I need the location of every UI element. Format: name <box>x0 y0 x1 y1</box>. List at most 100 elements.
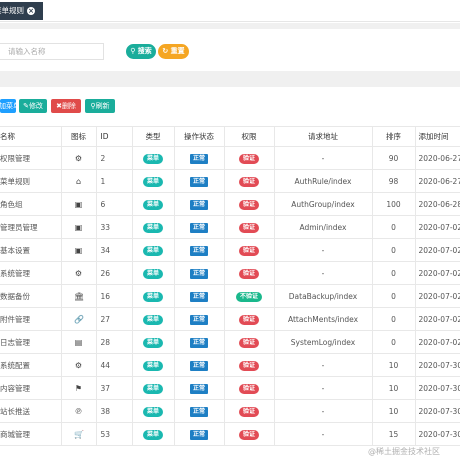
reset-button-label: 重置 <box>170 47 185 55</box>
search-button-label: 搜索 <box>137 47 152 55</box>
row-id: 1 <box>95 169 133 193</box>
status-badge[interactable]: 正常 <box>189 429 208 440</box>
status-badge[interactable]: 正常 <box>189 199 208 210</box>
column-header-type[interactable]: 类型 <box>131 126 175 147</box>
row-id: 28 <box>95 330 133 354</box>
row-time: 2020-07-30 <box>414 376 460 400</box>
permission-badge[interactable]: 验证 <box>238 199 259 210</box>
reset-button[interactable]: ↻ 重置 <box>158 44 189 59</box>
row-type-cell: 菜单 <box>131 215 175 239</box>
table-row[interactable]: 数据备份 🏛 16 菜单 正常 不验证 DataBackup/index 0 2020-07-0… <box>0 284 460 308</box>
row-icon-cell: ⌂ <box>60 169 97 193</box>
column-header-name[interactable]: 名称 <box>0 126 62 147</box>
status-badge[interactable]: 正常 <box>189 222 208 233</box>
row-sort: 100 <box>371 192 416 216</box>
row-time: 2020-07-02 <box>414 330 460 354</box>
row-status-cell: 正常 <box>173 353 225 377</box>
contact-icon: ▣ <box>74 245 83 255</box>
row-name: 日志管理 <box>0 330 62 354</box>
permission-badge[interactable]: 验证 <box>238 268 259 279</box>
permission-badge[interactable]: 验证 <box>238 176 259 187</box>
edit-button[interactable]: ✎修改 <box>19 99 47 113</box>
permission-badge[interactable]: 验证 <box>238 245 259 256</box>
table-row[interactable]: 商城管理 🛒 53 菜单 正常 验证 -15 2020-07-30 <box>0 422 460 446</box>
type-badge: 菜单 <box>142 268 163 279</box>
status-badge[interactable]: 正常 <box>189 176 208 187</box>
permission-badge[interactable]: 验证 <box>238 406 259 417</box>
row-id: 38 <box>95 399 133 423</box>
row-permission-cell: 验证 <box>223 146 275 170</box>
permission-badge[interactable]: 验证 <box>238 314 259 325</box>
permission-badge[interactable]: 验证 <box>238 360 259 371</box>
refresh-button[interactable]: ⚲刷新 <box>85 99 115 113</box>
row-id: 27 <box>95 307 133 331</box>
delete-button[interactable]: ✖删除 <box>51 99 81 113</box>
table-row[interactable]: 日志管理 ▤ 28 菜单 正常 验证 SystemLog/index 0 2020-07-02 <box>0 330 460 354</box>
row-type-cell: 菜单 <box>131 169 175 193</box>
table-row[interactable]: 系统管理 ⚙ 26 菜单 正常 验证 -0 2020-07-02 <box>0 261 460 285</box>
status-badge[interactable]: 正常 <box>189 314 208 325</box>
row-time: 2020-07-02 <box>414 284 460 308</box>
column-header-icon[interactable]: 图标 <box>60 126 97 147</box>
table-row[interactable]: 附件管理 🔗 27 菜单 正常 验证 AttachMents/index 0 2020-07-0… <box>0 307 460 331</box>
column-header-id[interactable]: ID <box>95 126 133 147</box>
type-badge: 菜单 <box>142 429 163 440</box>
row-permission-cell: 验证 <box>223 238 275 262</box>
row-time: 2020-07-02 <box>414 307 460 331</box>
row-icon-cell: ▤ <box>60 330 97 354</box>
permission-badge[interactable]: 不验证 <box>235 291 262 302</box>
row-icon-cell: ▣ <box>60 238 97 262</box>
close-icon[interactable]: × <box>27 7 35 15</box>
permission-badge[interactable]: 验证 <box>238 337 259 348</box>
add-menu-button[interactable]: 添加菜单 <box>0 99 16 113</box>
table-row[interactable]: 管理员管理 ▣ 33 菜单 正常 验证 Admin/index 0 2020-07-02 <box>0 215 460 239</box>
table-row[interactable]: 菜单规则 ⌂ 1 菜单 正常 验证 AuthRule/index 98 2020-06-27 <box>0 169 460 193</box>
divider <box>0 71 460 87</box>
row-icon-cell: 🔗 <box>60 307 97 331</box>
permission-badge[interactable]: 验证 <box>238 429 259 440</box>
column-header-time[interactable]: 添加时间 <box>414 126 460 147</box>
status-badge[interactable]: 正常 <box>189 268 208 279</box>
status-badge[interactable]: 正常 <box>189 245 208 256</box>
row-type-cell: 菜单 <box>131 376 175 400</box>
column-header-sort[interactable]: 排序 <box>371 126 416 147</box>
tab-menu-rules[interactable]: 菜单规则× <box>0 2 43 20</box>
row-icon-cell: ⚙ <box>60 353 97 377</box>
status-badge[interactable]: 正常 <box>189 337 208 348</box>
table-row[interactable]: 系统配置 ⚙ 44 菜单 正常 验证 -10 2020-07-30 <box>0 353 460 377</box>
tab-bar: 菜单规则× <box>0 0 460 22</box>
status-badge[interactable]: 正常 <box>189 383 208 394</box>
table-row[interactable]: 基本设置 ▣ 34 菜单 正常 验证 -0 2020-07-02 <box>0 238 460 262</box>
permission-badge[interactable]: 验证 <box>238 383 259 394</box>
delete-button-label: 删除 <box>61 102 76 110</box>
status-badge[interactable]: 正常 <box>189 406 208 417</box>
status-badge[interactable]: 正常 <box>189 360 208 371</box>
row-status-cell: 正常 <box>173 192 225 216</box>
table-row[interactable]: 内容管理 ⚑ 37 菜单 正常 验证 -10 2020-07-30 <box>0 376 460 400</box>
row-name: 管理员管理 <box>0 215 62 239</box>
table-row[interactable]: 站长推送 ℗ 38 菜单 正常 验证 -10 2020-07-30 <box>0 399 460 423</box>
row-icon-cell: ⚙ <box>60 146 97 170</box>
row-name: 基本设置 <box>0 238 62 262</box>
column-header-status[interactable]: 操作状态 <box>173 126 225 147</box>
gear-icon: ⚙ <box>74 153 83 163</box>
status-badge[interactable]: 正常 <box>189 291 208 302</box>
search-input[interactable] <box>0 43 104 60</box>
column-header-url[interactable]: 请求地址 <box>273 126 373 147</box>
permission-badge[interactable]: 验证 <box>238 153 259 164</box>
permission-badge[interactable]: 验证 <box>238 222 259 233</box>
row-sort: 0 <box>371 307 416 331</box>
row-sort: 0 <box>371 238 416 262</box>
column-header-permission[interactable]: 权限 <box>223 126 275 147</box>
contact-icon: ▣ <box>74 199 83 209</box>
row-name: 附件管理 <box>0 307 62 331</box>
row-name: 商城管理 <box>0 422 62 446</box>
row-icon-cell: ⚙ <box>60 261 97 285</box>
status-badge[interactable]: 正常 <box>189 153 208 164</box>
row-url: AuthRule/index <box>273 169 373 193</box>
table-row[interactable]: 角色组 ▣ 6 菜单 正常 验证 AuthGroup/index 100 2020-06-28 <box>0 192 460 216</box>
table-row[interactable]: 权限管理 ⚙ 2 菜单 正常 验证 -90 2020-06-27 <box>0 146 460 170</box>
row-name: 系统配置 <box>0 353 62 377</box>
search-button[interactable]: ⚲ 搜索 <box>126 44 156 59</box>
type-badge: 菜单 <box>142 153 163 164</box>
